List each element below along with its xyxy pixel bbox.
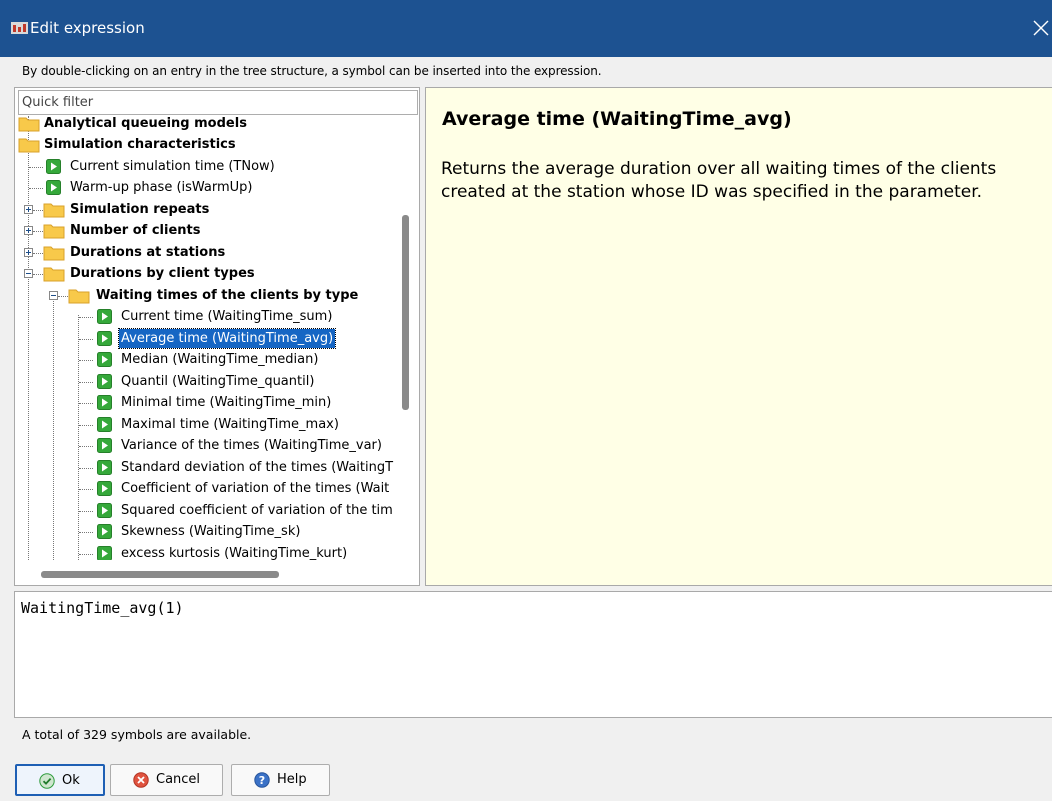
ok-button[interactable]: Ok	[15, 764, 105, 796]
expand-icon[interactable]	[24, 248, 33, 257]
tree-folder-durations-by-client-types[interactable]: Durations by client types	[15, 263, 398, 284]
tree-item-label: Quantil (WaitingTime_quantil)	[121, 374, 315, 389]
help-button[interactable]: ? Help	[231, 764, 330, 796]
title-bar: Edit expression	[0, 0, 1052, 57]
cancel-icon	[133, 772, 149, 788]
tree-item-label: Waiting times of the clients by type	[96, 288, 359, 303]
play-icon	[46, 180, 61, 195]
tree-item-label: Number of clients	[70, 223, 201, 238]
tree-vertical-scrollbar[interactable]	[402, 215, 409, 410]
folder-icon	[43, 267, 65, 282]
svg-text:?: ?	[259, 774, 265, 787]
tree-item-tnow[interactable]: Current simulation time (TNow)	[15, 156, 398, 177]
tree-item-label: Standard deviation of the times (Waiting…	[121, 460, 394, 475]
play-icon	[97, 503, 112, 518]
tree-item-iswarmup[interactable]: Warm-up phase (isWarmUp)	[15, 177, 398, 198]
tree-item-waitingtime-max[interactable]: Maximal time (WaitingTime_max)	[15, 414, 398, 435]
folder-icon	[18, 138, 40, 153]
tree-item-waitingtime-scv[interactable]: Squared coefficient of variation of the …	[15, 500, 398, 521]
folder-icon	[43, 246, 65, 261]
play-icon	[97, 460, 112, 475]
tree-item-label: Simulation repeats	[70, 202, 210, 217]
tree-item-label: Skewness (WaitingTime_sk)	[121, 524, 301, 539]
tree-item-label: Analytical queueing models	[44, 116, 247, 131]
play-icon	[97, 546, 112, 560]
tree-folder-analytical-queueing-models[interactable]: Analytical queueing models	[15, 116, 398, 134]
tree-item-label: Durations at stations	[70, 245, 226, 260]
expression-editor[interactable]: WaitingTime_avg(1)	[14, 591, 1052, 718]
play-icon	[97, 374, 112, 389]
folder-icon	[68, 289, 90, 304]
tree-item-label: excess kurtosis (WaitingTime_kurt)	[121, 546, 348, 560]
cancel-label: Cancel	[156, 772, 201, 787]
play-icon	[97, 331, 112, 346]
play-icon	[97, 352, 112, 367]
play-icon	[46, 159, 61, 174]
tree-item-waitingtime-std[interactable]: Standard deviation of the times (Waiting…	[15, 457, 398, 478]
tree-item-label: Current simulation time (TNow)	[70, 159, 275, 174]
checkmark-icon	[39, 773, 55, 789]
app-icon	[11, 22, 28, 34]
tree-item-waitingtime-avg[interactable]: Average time (WaitingTime_avg)	[15, 328, 398, 349]
tree-item-waitingtime-var[interactable]: Variance of the times (WaitingTime_var)	[15, 435, 398, 456]
description-title: Average time (WaitingTime_avg)	[442, 108, 792, 130]
tree-item-label: Minimal time (WaitingTime_min)	[121, 395, 332, 410]
tree-folder-waiting-times-by-type[interactable]: Waiting times of the clients by type	[15, 285, 398, 306]
tree-item-waitingtime-min[interactable]: Minimal time (WaitingTime_min)	[15, 392, 398, 413]
tree-item-label: Warm-up phase (isWarmUp)	[70, 180, 253, 195]
tree-item-waitingtime-sk[interactable]: Skewness (WaitingTime_sk)	[15, 521, 398, 542]
play-icon	[97, 309, 112, 324]
tree-item-waitingtime-median[interactable]: Median (WaitingTime_median)	[15, 349, 398, 370]
symbol-tree-panel: Analytical queueing models Simulation ch…	[14, 87, 420, 586]
folder-icon	[18, 117, 40, 132]
folder-icon	[43, 224, 65, 239]
play-icon	[97, 481, 112, 496]
tree-item-label: Variance of the times (WaitingTime_var)	[121, 438, 382, 453]
folder-icon	[43, 203, 65, 218]
tree-item-label: Coefficient of variation of the times (W…	[121, 481, 390, 496]
play-icon	[97, 417, 112, 432]
tree-folder-simulation-characteristics[interactable]: Simulation characteristics	[15, 134, 398, 155]
tree-horizontal-scrollbar[interactable]	[41, 571, 279, 578]
tree-item-waitingtime-cv[interactable]: Coefficient of variation of the times (W…	[15, 478, 398, 499]
tree-item-label: Durations by client types	[70, 266, 255, 281]
tree-folder-durations-at-stations[interactable]: Durations at stations	[15, 242, 398, 263]
ok-label: Ok	[62, 773, 80, 788]
expand-icon[interactable]	[24, 205, 33, 214]
collapse-icon[interactable]	[24, 269, 33, 278]
window-title: Edit expression	[30, 19, 145, 37]
symbol-description-panel: Average time (WaitingTime_avg) Returns t…	[425, 87, 1052, 586]
cancel-button[interactable]: Cancel	[110, 764, 223, 796]
symbol-count-status: A total of 329 symbols are available.	[22, 727, 252, 742]
tree-item-waitingtime-sum[interactable]: Current time (WaitingTime_sum)	[15, 306, 398, 327]
tree-folder-simulation-repeats[interactable]: Simulation repeats	[15, 199, 398, 220]
play-icon	[97, 438, 112, 453]
play-icon	[97, 524, 112, 539]
tree-item-waitingtime-kurt[interactable]: excess kurtosis (WaitingTime_kurt)	[15, 543, 398, 560]
tree-item-label: Current time (WaitingTime_sum)	[121, 309, 333, 324]
collapse-icon[interactable]	[49, 291, 58, 300]
tree-item-label: Squared coefficient of variation of the …	[121, 503, 393, 518]
tree-item-label: Simulation characteristics	[44, 137, 236, 152]
quick-filter-input[interactable]	[18, 90, 418, 115]
tree-folder-number-of-clients[interactable]: Number of clients	[15, 220, 398, 241]
help-label: Help	[277, 772, 307, 787]
tree-item-label: Median (WaitingTime_median)	[121, 352, 319, 367]
instruction-text: By double-clicking on an entry in the tr…	[22, 64, 602, 78]
help-icon: ?	[254, 772, 270, 788]
close-icon[interactable]	[1030, 17, 1052, 39]
tree-item-label: Maximal time (WaitingTime_max)	[121, 417, 339, 432]
tree-item-waitingtime-quantil[interactable]: Quantil (WaitingTime_quantil)	[15, 371, 398, 392]
description-text: Returns the average duration over all wa…	[441, 159, 997, 202]
tree-item-label: Average time (WaitingTime_avg)	[117, 328, 337, 349]
expand-icon[interactable]	[24, 226, 33, 235]
symbol-tree[interactable]: Analytical queueing models Simulation ch…	[15, 116, 398, 560]
play-icon	[97, 395, 112, 410]
